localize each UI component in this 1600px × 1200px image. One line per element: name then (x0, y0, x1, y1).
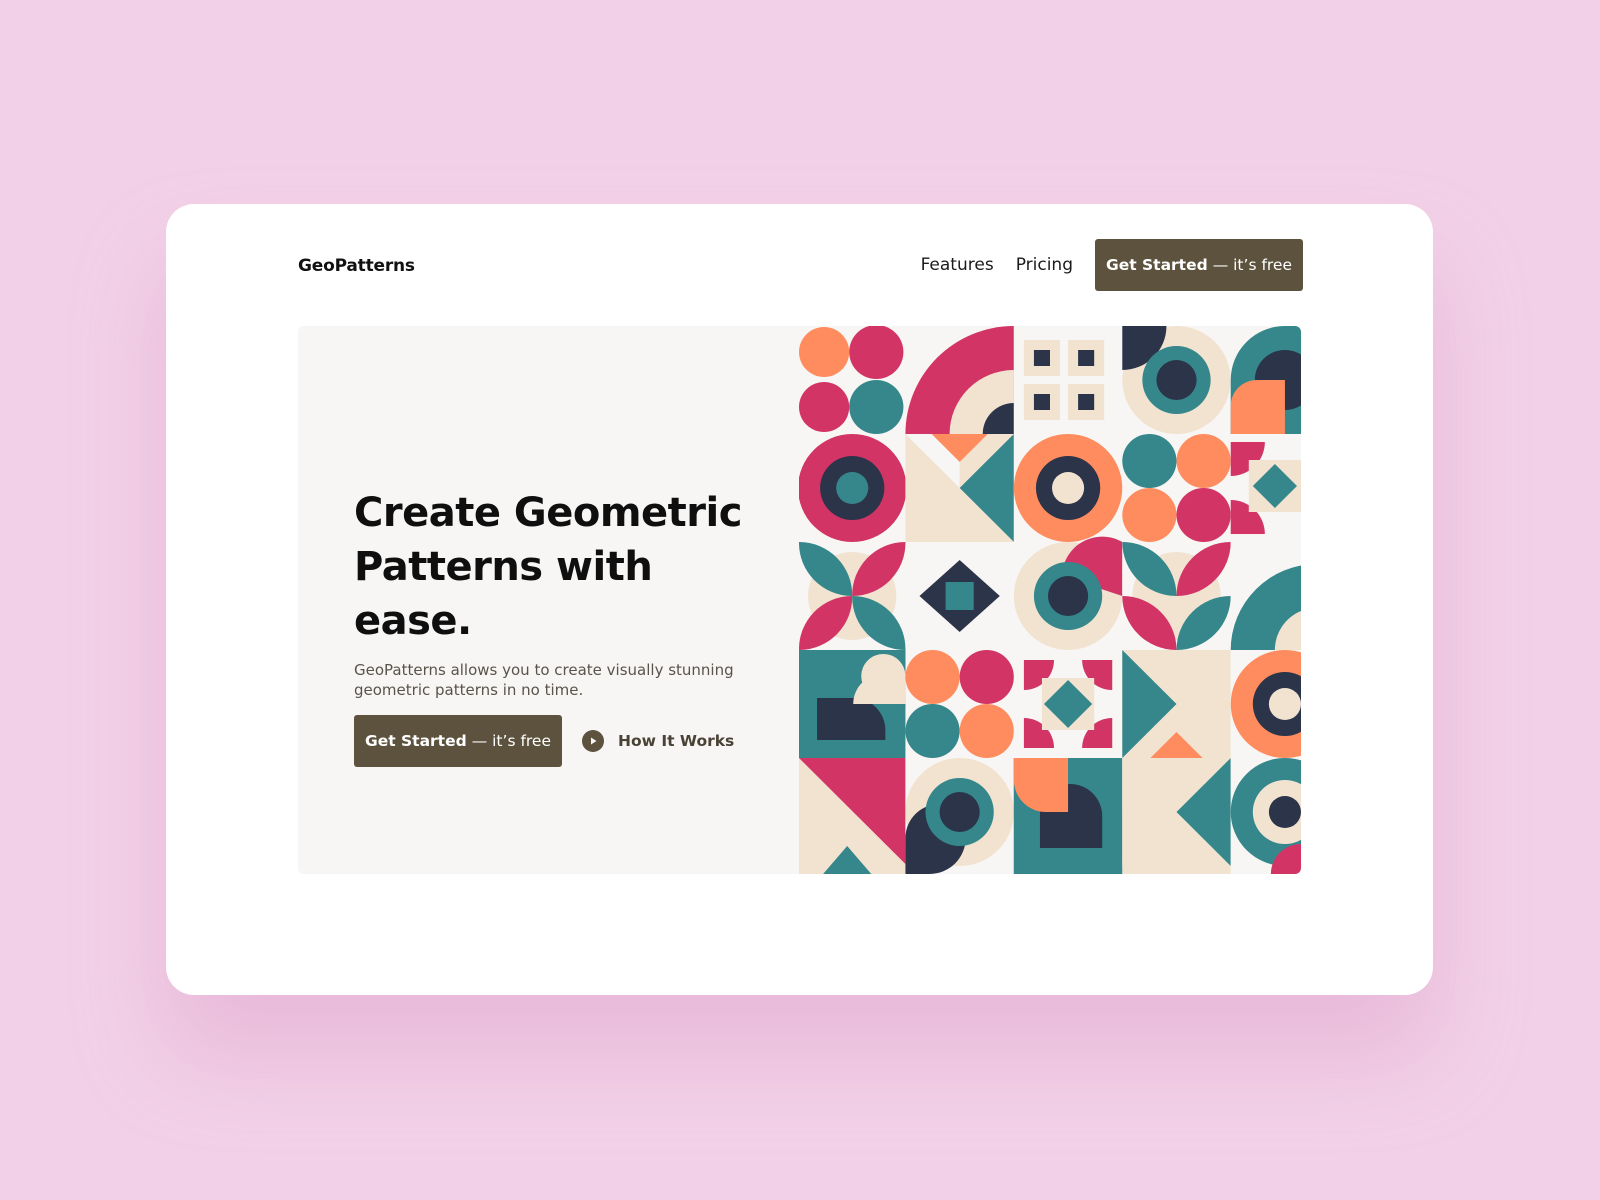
tile-1-2 (905, 326, 1014, 434)
how-it-works-label: How It Works (618, 732, 735, 750)
tile-3-1 (799, 542, 906, 650)
tile-1-3 (1013, 326, 1123, 434)
header-get-started-button[interactable]: Get Started — it’s free (1095, 239, 1303, 291)
tile-2-3 (1013, 434, 1123, 542)
tile-1-5 (1230, 326, 1301, 434)
tile-2-1 (799, 434, 907, 542)
top-nav: Features Pricing Get Started — it’s free (921, 239, 1303, 291)
tile-5-2 (905, 758, 1014, 874)
hero-subtitle: GeoPatterns allows you to create visuall… (354, 661, 734, 699)
tile-2-5 (1230, 434, 1301, 542)
nav-pricing[interactable]: Pricing (1016, 255, 1073, 275)
tile-5-5 (1230, 758, 1301, 874)
tile-5-1 (799, 758, 906, 874)
tile-4-1 (799, 650, 906, 758)
tile-3-3 (1013, 536, 1123, 650)
play-icon (582, 730, 604, 752)
logo[interactable]: GeoPatterns (298, 256, 415, 276)
tile-1-4 (1122, 326, 1231, 434)
tile-4-5 (1230, 650, 1301, 758)
hero-cta-bold: Get Started (364, 732, 467, 750)
header-cta-bold: Get Started (1105, 256, 1208, 274)
tile-3-5 (1230, 542, 1301, 650)
tile-3-4 (1122, 542, 1231, 650)
hero-get-started-button[interactable]: Get Started — it’s free (354, 715, 562, 767)
nav-features[interactable]: Features (921, 255, 994, 275)
tile-5-3 (1013, 758, 1123, 874)
tile-4-3 (1013, 650, 1123, 758)
hero-section: Create Geometric Patterns with ease. Geo… (298, 326, 1301, 874)
landing-card: GeoPatterns Features Pricing Get Started… (166, 204, 1433, 995)
tile-2-2 (905, 434, 1014, 542)
hero-cta-light: — it’s free (471, 732, 552, 750)
geometric-pattern-illustration (799, 326, 1301, 874)
tile-5-4 (1122, 758, 1231, 874)
hero-cta-row: Get Started — it’s free How It Works (354, 715, 774, 767)
hero-text: Create Geometric Patterns with ease. Geo… (354, 486, 774, 767)
header-cta-light: — it’s free (1212, 256, 1293, 274)
hero-headline: Create Geometric Patterns with ease. (354, 486, 774, 648)
how-it-works-button[interactable]: How It Works (582, 730, 734, 752)
headline-line-1: Create Geometric (354, 490, 742, 536)
headline-line-2: Patterns with ease. (354, 544, 653, 644)
